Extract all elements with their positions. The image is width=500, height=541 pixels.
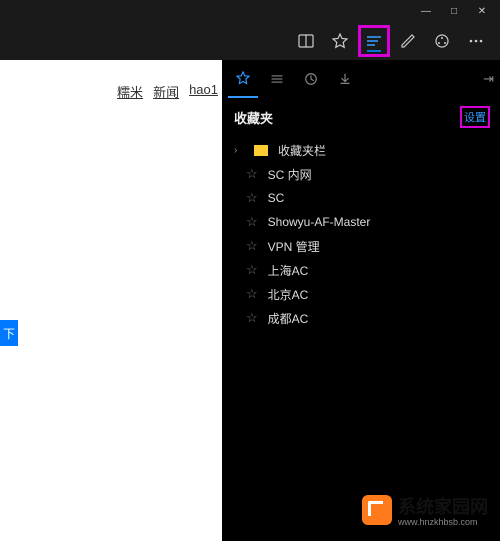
favorites-bar-folder[interactable]: › 收藏夹栏: [222, 138, 500, 162]
minimize-button[interactable]: —: [412, 0, 440, 22]
star-icon: ☆: [246, 238, 258, 254]
webpage-area: 糯米 新闻 hao1 下: [0, 60, 222, 541]
star-icon: ☆: [246, 166, 258, 182]
favorite-label: SC: [268, 191, 285, 205]
tab-history[interactable]: [296, 60, 326, 98]
window-titlebar: — □ ✕: [0, 0, 500, 22]
content-area: 糯米 新闻 hao1 下 ⇥ 收藏夹 设置: [0, 60, 500, 541]
favorite-item[interactable]: ☆ 上海AC: [222, 258, 500, 282]
star-icon: ☆: [246, 190, 258, 206]
pin-panel-icon[interactable]: ⇥: [483, 71, 494, 87]
web-note-icon[interactable]: [392, 25, 424, 57]
hub-panel: ⇥ 收藏夹 设置 › 收藏夹栏 ☆ SC 内网 ☆ SC ☆ Showyu-AF…: [222, 60, 500, 541]
nav-link-hao[interactable]: hao1: [189, 82, 218, 101]
favorite-item[interactable]: ☆ Showyu-AF-Master: [222, 210, 500, 234]
star-icon: ☆: [246, 310, 258, 326]
favorites-settings-link[interactable]: 设置: [460, 106, 490, 128]
favorite-star-icon[interactable]: [324, 25, 356, 57]
favorite-label: 上海AC: [268, 262, 309, 279]
favorite-item[interactable]: ☆ SC: [222, 186, 500, 210]
star-icon: ☆: [246, 214, 258, 230]
folder-label: 收藏夹栏: [278, 142, 326, 159]
watermark: 系统家园网 www.hnzkhbsb.com: [362, 493, 488, 527]
star-icon: ☆: [246, 262, 258, 278]
favorite-label: VPN 管理: [268, 238, 320, 255]
favorites-list: › 收藏夹栏 ☆ SC 内网 ☆ SC ☆ Showyu-AF-Master ☆…: [222, 134, 500, 334]
favorite-label: SC 内网: [268, 166, 312, 183]
close-button[interactable]: ✕: [468, 0, 496, 22]
folder-icon: [254, 145, 268, 156]
browser-toolbar: [0, 22, 500, 60]
favorite-label: Showyu-AF-Master: [268, 215, 371, 229]
hub-button[interactable]: [358, 25, 390, 57]
share-icon[interactable]: [426, 25, 458, 57]
nav-link-news[interactable]: 新闻: [153, 82, 179, 101]
favorite-item[interactable]: ☆ SC 内网: [222, 162, 500, 186]
tab-downloads[interactable]: [330, 60, 360, 98]
favorite-item[interactable]: ☆ 北京AC: [222, 282, 500, 306]
tab-favorites[interactable]: [228, 60, 258, 98]
reading-view-icon[interactable]: [290, 25, 322, 57]
favorite-label: 成都AC: [268, 310, 309, 327]
panel-title: 收藏夹: [234, 108, 273, 127]
favorite-label: 北京AC: [268, 286, 309, 303]
page-button-fragment[interactable]: 下: [0, 320, 18, 346]
panel-header: 收藏夹 设置: [222, 98, 500, 134]
favorite-item[interactable]: ☆ 成都AC: [222, 306, 500, 330]
hub-tabs: ⇥: [222, 60, 500, 98]
watermark-brand: 系统家园网: [398, 493, 488, 519]
watermark-logo-icon: [362, 495, 392, 525]
star-icon: ☆: [246, 286, 258, 302]
maximize-button[interactable]: □: [440, 0, 468, 22]
favorite-item[interactable]: ☆ VPN 管理: [222, 234, 500, 258]
page-nav-links: 糯米 新闻 hao1: [117, 82, 218, 101]
tab-reading-list[interactable]: [262, 60, 292, 98]
more-icon[interactable]: [460, 25, 492, 57]
chevron-right-icon: ›: [234, 145, 244, 156]
watermark-url: www.hnzkhbsb.com: [398, 517, 488, 527]
nav-link-nuomi[interactable]: 糯米: [117, 82, 143, 101]
